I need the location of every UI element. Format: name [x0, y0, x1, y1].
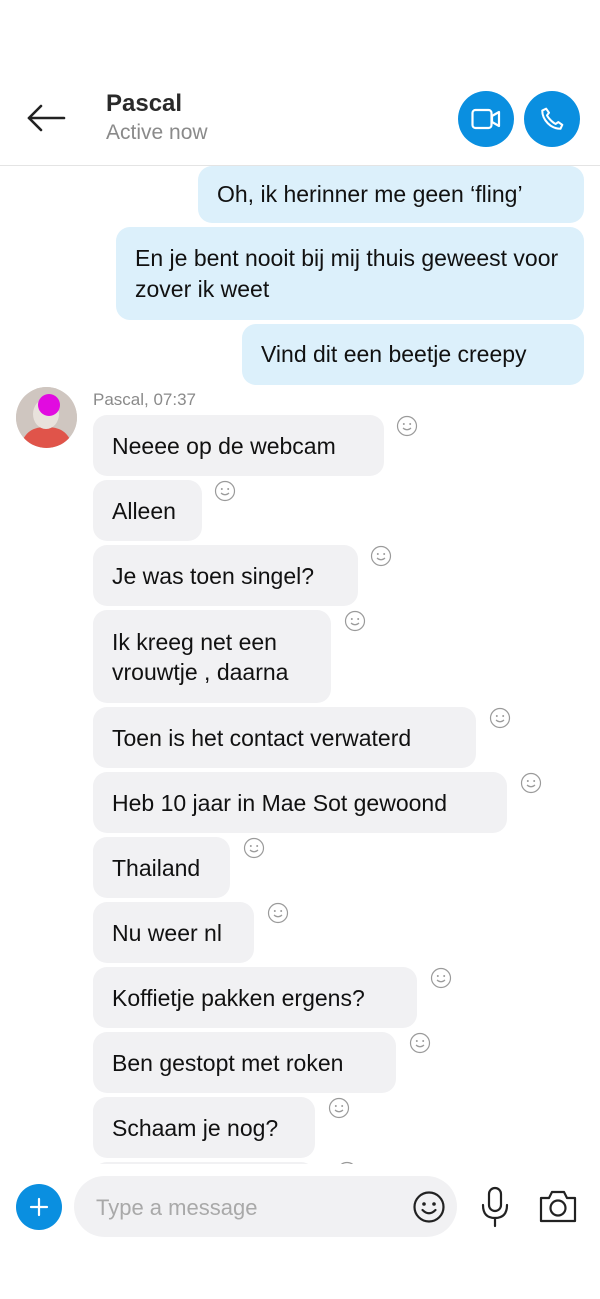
- emoji-icon: [413, 1191, 445, 1223]
- message-text: Toen is het contact verwaterd: [112, 724, 412, 751]
- message-text: Je was toen singel?: [112, 562, 315, 589]
- outgoing-message[interactable]: En je bent nooit bij mij thuis geweest v…: [116, 227, 584, 320]
- message-text: Ik kreeg net een vrouwtje , daarna: [112, 628, 289, 685]
- message-text: Thailand: [112, 854, 201, 881]
- smiley-reaction-icon[interactable]: [328, 1097, 350, 1119]
- smiley-reaction-icon[interactable]: [396, 415, 418, 437]
- contact-status: Active now: [106, 121, 208, 144]
- audio-call-button[interactable]: [524, 91, 580, 147]
- microphone-button[interactable]: [478, 1186, 512, 1228]
- incoming-message[interactable]: Koffietje pakken ergens?: [93, 967, 417, 1028]
- smiley-reaction-icon[interactable]: [267, 902, 289, 924]
- smiley-reaction-icon[interactable]: [370, 545, 392, 567]
- message-text: Neeee op de webcam: [112, 432, 336, 459]
- microphone-icon: [481, 1186, 509, 1228]
- incoming-message[interactable]: Alleen: [93, 480, 202, 541]
- incoming-message[interactable]: Heb 10 jaar in Mae Sot gewoond: [93, 772, 507, 833]
- smiley-reaction-icon[interactable]: [214, 480, 236, 502]
- smiley-reaction-icon[interactable]: [243, 837, 265, 859]
- message-text: Nu weer nl: [112, 919, 222, 946]
- incoming-message[interactable]: Neeee op de webcam: [93, 415, 384, 476]
- video-camera-icon: [471, 108, 501, 130]
- message-list[interactable]: Oh, ik herinner me geen ‘fling’ En je be…: [0, 166, 600, 1164]
- incoming-message[interactable]: Toen is het contact verwaterd: [93, 707, 476, 768]
- add-attachment-button[interactable]: [16, 1184, 62, 1230]
- incoming-message[interactable]: Schaam je nog?: [93, 1097, 315, 1158]
- contact-name[interactable]: Pascal: [106, 90, 182, 118]
- smiley-reaction-icon[interactable]: [489, 707, 511, 729]
- smiley-reaction-icon[interactable]: [409, 1032, 431, 1054]
- incoming-message[interactable]: Ik kreeg net een vrouwtje , daarna: [93, 610, 331, 703]
- incoming-message[interactable]: Thailand: [93, 837, 230, 898]
- camera-button[interactable]: [538, 1188, 578, 1224]
- video-call-button[interactable]: [458, 91, 514, 147]
- message-text: Koffietje pakken ergens?: [112, 984, 365, 1011]
- message-text: Schaam je nog?: [112, 1114, 279, 1141]
- message-box: [74, 1176, 457, 1239]
- avatar[interactable]: [16, 387, 77, 448]
- incoming-message[interactable]: Je was toen singel?: [93, 545, 358, 606]
- message-text: Ben gestopt met roken: [112, 1049, 344, 1076]
- incoming-message[interactable]: Ben gestopt met roken: [93, 1032, 396, 1093]
- back-button[interactable]: [24, 100, 68, 136]
- phone-icon: [541, 107, 564, 130]
- message-text: Vind dit een beetje creepy: [261, 341, 527, 367]
- back-arrow-icon: [27, 104, 66, 132]
- plus-icon: [29, 1197, 49, 1217]
- message-text: En je bent nooit bij mij thuis geweest v…: [135, 244, 559, 302]
- message-text: Alleen: [112, 497, 176, 524]
- smiley-reaction-icon[interactable]: [520, 772, 542, 794]
- outgoing-message[interactable]: Oh, ik herinner me geen ‘fling’: [198, 166, 584, 223]
- emoji-button[interactable]: [412, 1190, 446, 1224]
- smiley-reaction-icon[interactable]: [344, 610, 366, 632]
- chat-header: Pascal Active now: [0, 0, 600, 166]
- smiley-reaction-icon[interactable]: [430, 967, 452, 989]
- message-input[interactable]: [94, 1176, 408, 1239]
- sender-timestamp: Pascal, 07:37: [93, 390, 197, 409]
- outgoing-message[interactable]: Vind dit een beetje creepy: [242, 324, 584, 385]
- message-text: Heb 10 jaar in Mae Sot gewoond: [112, 789, 447, 816]
- camera-icon: [539, 1190, 577, 1223]
- message-text: Oh, ik herinner me geen ‘fling’: [217, 181, 523, 207]
- incoming-message[interactable]: Nu weer nl: [93, 902, 254, 963]
